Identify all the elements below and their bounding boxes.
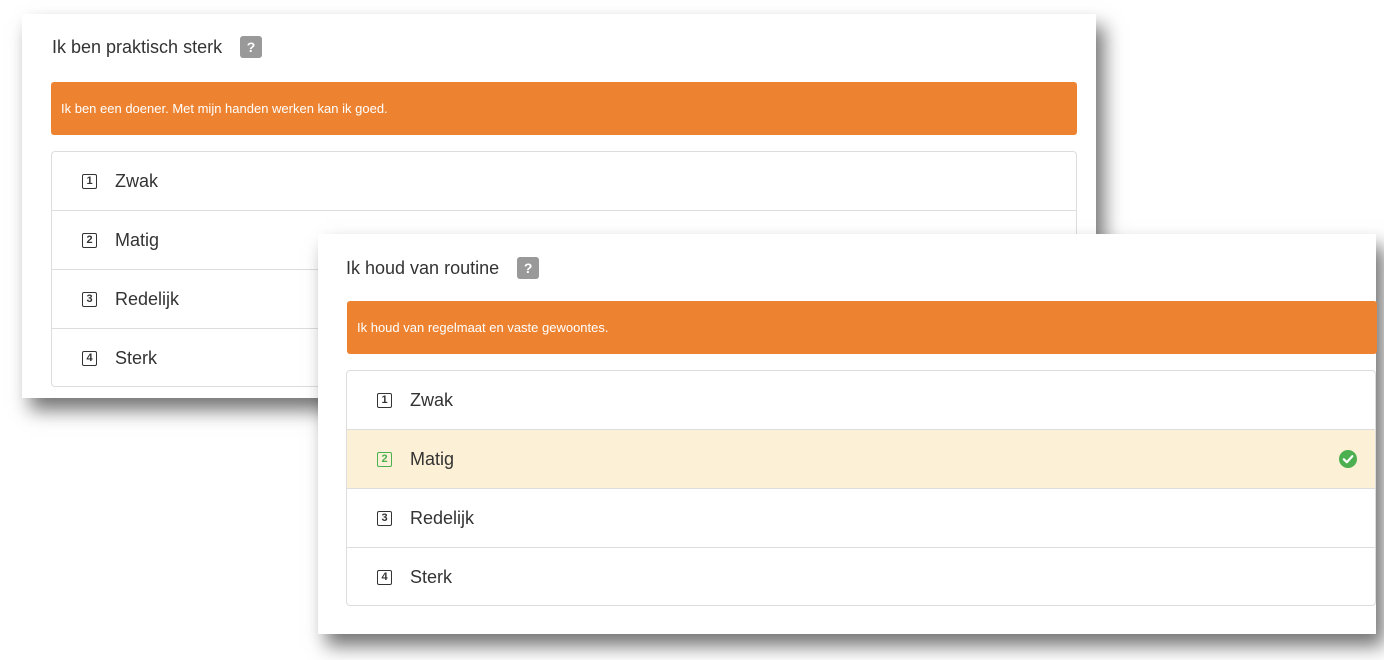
option-label: Redelijk bbox=[115, 288, 180, 309]
question-title: Ik houd van routine bbox=[346, 257, 500, 278]
check-circle-icon bbox=[1339, 450, 1357, 468]
question-description: Ik houd van regelmaat en vaste gewoontes… bbox=[347, 301, 1377, 354]
option-zwak[interactable]: 1 Zwak bbox=[52, 152, 1076, 210]
option-sterk[interactable]: 4 Sterk bbox=[347, 547, 1375, 605]
option-key-badge: 4 bbox=[377, 569, 392, 585]
option-key-badge: 1 bbox=[377, 392, 392, 408]
option-label: Matig bbox=[410, 448, 455, 469]
question-header: Ik houd van routine ? bbox=[346, 257, 540, 279]
description-text: Ik ben een doener. Met mijn handen werke… bbox=[61, 101, 388, 116]
option-label: Sterk bbox=[410, 566, 453, 587]
option-label: Zwak bbox=[115, 170, 159, 191]
option-matig-selected[interactable]: 2 Matig bbox=[347, 429, 1375, 488]
option-key-badge: 2 bbox=[377, 451, 392, 467]
question-description: Ik ben een doener. Met mijn handen werke… bbox=[51, 82, 1077, 135]
question-card-routine: Ik houd van routine ? Ik houd van regelm… bbox=[318, 234, 1377, 634]
option-label: Sterk bbox=[115, 347, 158, 368]
question-header: Ik ben praktisch sterk ? bbox=[52, 36, 263, 58]
option-key-badge: 2 bbox=[82, 232, 97, 248]
help-button[interactable]: ? bbox=[240, 36, 263, 58]
option-key-badge: 1 bbox=[82, 173, 97, 189]
option-label: Matig bbox=[115, 229, 160, 250]
option-zwak[interactable]: 1 Zwak bbox=[347, 371, 1375, 429]
help-button[interactable]: ? bbox=[517, 257, 540, 279]
option-key-badge: 3 bbox=[82, 291, 97, 307]
options-list: 1 Zwak 2 Matig 3 Redelijk 4 Sterk bbox=[346, 370, 1376, 606]
description-text: Ik houd van regelmaat en vaste gewoontes… bbox=[357, 320, 609, 335]
option-key-badge: 3 bbox=[377, 510, 392, 526]
option-label: Zwak bbox=[410, 389, 454, 410]
option-label: Redelijk bbox=[410, 507, 475, 528]
question-title: Ik ben praktisch sterk bbox=[52, 36, 223, 57]
option-redelijk[interactable]: 3 Redelijk bbox=[347, 488, 1375, 547]
option-key-badge: 4 bbox=[82, 350, 97, 366]
